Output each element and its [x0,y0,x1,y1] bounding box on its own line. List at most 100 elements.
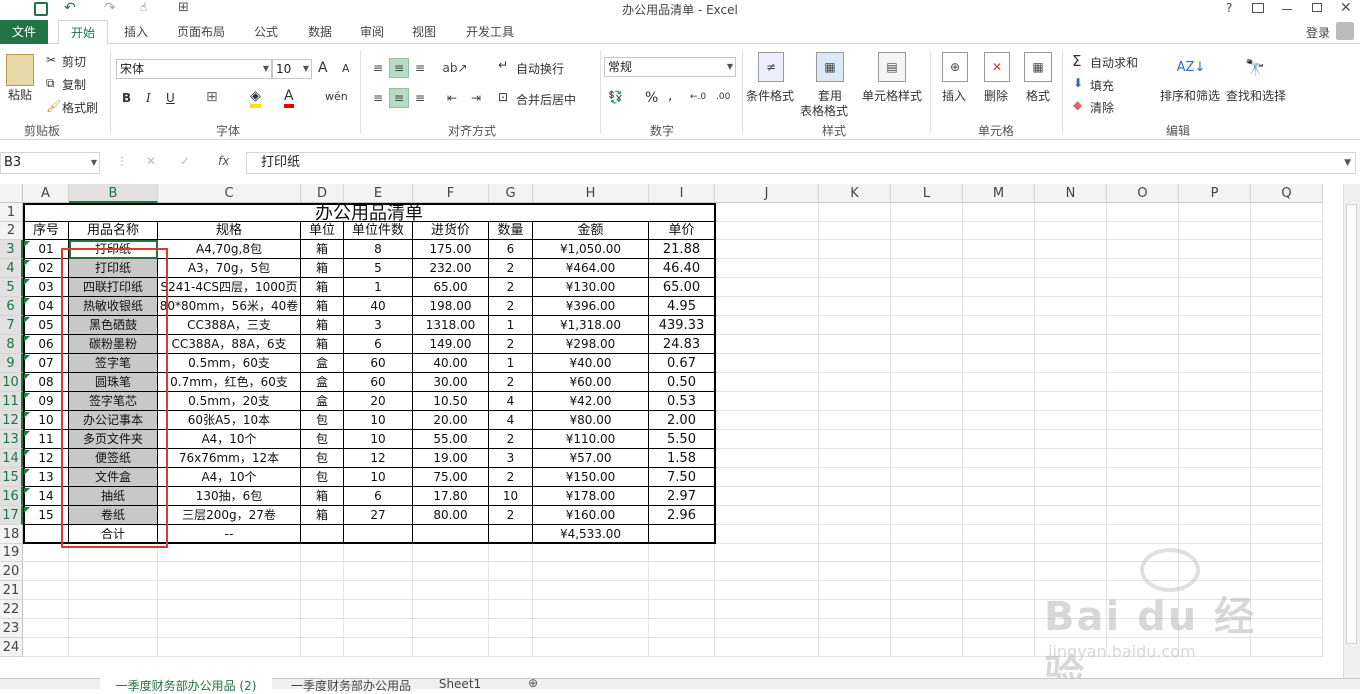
table-row-cell[interactable]: 21.88 [649,240,715,259]
table-row-cell[interactable]: 8 [344,240,413,259]
table-row-cell[interactable]: ¥60.00 [533,373,649,392]
empty-cell[interactable] [1251,203,1323,222]
table-row-cell[interactable]: ¥178.00 [533,487,649,506]
table-row-cell[interactable]: 箱 [301,335,344,354]
total-row-cell[interactable] [301,525,344,544]
empty-cell[interactable] [891,449,963,468]
table-row-cell[interactable]: 盒 [301,392,344,411]
table-row-cell[interactable]: ¥396.00 [533,297,649,316]
empty-cell[interactable] [891,259,963,278]
empty-cell[interactable] [1107,297,1179,316]
table-row-cell[interactable]: 2 [489,259,533,278]
empty-cell[interactable] [1035,373,1107,392]
table-row-cell[interactable]: ¥1,318.00 [533,316,649,335]
row-header-10[interactable]: 10 [0,373,23,392]
empty-cell[interactable] [301,638,344,657]
table-row-cell[interactable]: 60 [344,354,413,373]
empty-cell[interactable] [533,619,649,638]
column-header-C[interactable]: C [158,184,301,203]
column-header-O[interactable]: O [1107,184,1179,203]
table-title[interactable]: 办公用品清单 [23,203,715,222]
table-row-cell[interactable]: 5 [344,259,413,278]
table-header-cell[interactable]: 序号 [23,222,69,240]
empty-cell[interactable] [891,525,963,544]
table-row-cell[interactable]: 7.50 [649,468,715,487]
clear-button[interactable]: 清除 [1090,99,1114,116]
table-row-cell[interactable]: 75.00 [413,468,489,487]
tab-formulas[interactable]: 公式 [244,20,288,44]
empty-cell[interactable] [963,278,1035,297]
table-row-cell[interactable]: A4，10个 [158,468,301,487]
row-header-3[interactable]: 3 [0,240,23,259]
format-cells-icon[interactable]: ▦ [1024,52,1052,82]
empty-cell[interactable] [413,581,489,600]
empty-cell[interactable] [1107,240,1179,259]
empty-cell[interactable] [891,373,963,392]
cell-styles-icon[interactable]: ▤ [878,52,906,82]
empty-cell[interactable] [891,316,963,335]
row-header-14[interactable]: 14 [0,449,23,468]
table-row-cell[interactable]: 232.00 [413,259,489,278]
empty-cell[interactable] [649,562,715,581]
table-row-cell[interactable]: 40 [344,297,413,316]
table-row-cell[interactable]: 6 [489,240,533,259]
tab-data[interactable]: 数据 [298,20,342,44]
empty-cell[interactable] [1251,506,1323,525]
table-row-cell[interactable]: 2 [489,278,533,297]
row-header-20[interactable]: 20 [0,562,23,581]
table-row-cell[interactable]: 1 [489,316,533,335]
table-row-cell[interactable]: 65.00 [413,278,489,297]
empty-cell[interactable] [649,581,715,600]
empty-cell[interactable] [158,581,301,600]
table-row-cell[interactable]: 80.00 [413,506,489,525]
align-middle-icon[interactable]: ≡ [389,58,409,78]
empty-cell[interactable] [1107,449,1179,468]
orientation-icon[interactable]: ab↗ [442,58,468,78]
empty-cell[interactable] [158,544,301,562]
cell-styles-button[interactable]: 单元格样式 [862,87,922,104]
total-row-cell[interactable] [344,525,413,544]
table-row-cell[interactable]: 包 [301,411,344,430]
table-row-cell[interactable]: ¥150.00 [533,468,649,487]
empty-cell[interactable] [715,525,819,544]
table-row-cell[interactable]: A3，70g，5包 [158,259,301,278]
empty-cell[interactable] [1251,297,1323,316]
empty-cell[interactable] [1107,525,1179,544]
align-right-icon[interactable]: ≡ [410,88,430,108]
empty-cell[interactable] [1251,468,1323,487]
empty-cell[interactable] [69,600,158,619]
empty-cell[interactable] [819,581,891,600]
delete-cells-button[interactable]: 删除 [984,87,1008,104]
table-row-cell[interactable]: 60 [344,373,413,392]
table-row-cell[interactable]: CC388A，88A，6支 [158,335,301,354]
empty-cell[interactable] [158,562,301,581]
total-row-cell[interactable] [649,525,715,544]
table-row-cell[interactable]: 2.96 [649,506,715,525]
formula-input[interactable]: 打印纸 ▼ [246,152,1356,174]
close-icon[interactable]: ✕ [1340,0,1352,16]
row-header-6[interactable]: 6 [0,297,23,316]
table-row-cell[interactable]: 149.00 [413,335,489,354]
table-row-cell[interactable]: 20.00 [413,411,489,430]
row-header-5[interactable]: 5 [0,278,23,297]
table-row-cell[interactable]: 2 [489,506,533,525]
table-row-cell[interactable]: ¥1,050.00 [533,240,649,259]
empty-cell[interactable] [963,544,1035,562]
cut-button[interactable]: 剪切 [62,53,86,70]
total-row-cell[interactable] [413,525,489,544]
row-header-23[interactable]: 23 [0,619,23,638]
empty-cell[interactable] [819,354,891,373]
empty-cell[interactable] [715,506,819,525]
table-row-cell[interactable]: ¥160.00 [533,506,649,525]
sheet-tab[interactable]: 一季度财务部办公用品 [276,677,426,694]
empty-cell[interactable] [963,506,1035,525]
empty-cell[interactable] [891,278,963,297]
table-row-cell[interactable]: 24.83 [649,335,715,354]
font-size-select[interactable]: 10 ▼ [272,59,312,79]
table-row-cell[interactable]: 箱 [301,259,344,278]
empty-cell[interactable] [1179,335,1251,354]
empty-cell[interactable] [1035,506,1107,525]
borders-icon[interactable]: ⊞ [178,0,189,15]
empty-cell[interactable] [158,600,301,619]
empty-cell[interactable] [963,259,1035,278]
